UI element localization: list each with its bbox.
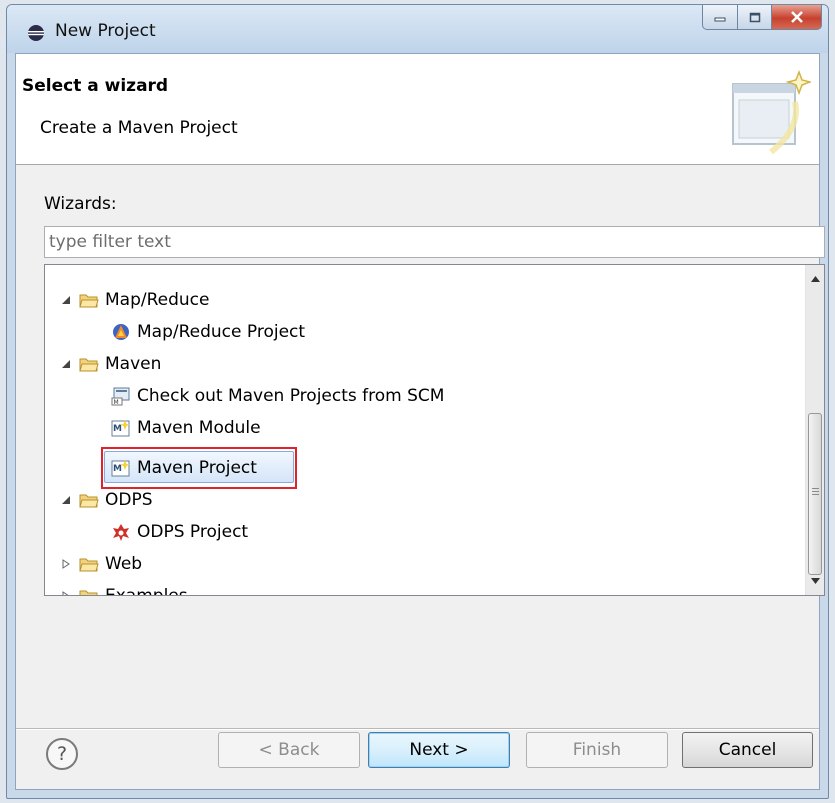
next-button[interactable]: Next > [368,732,510,768]
tree-item-examples[interactable]: Examples [59,581,188,596]
tree-item-web[interactable]: Web [59,549,142,579]
grip-icon [812,488,819,497]
wizard-banner: Select a wizard Create a Maven Project [16,54,819,165]
filter-input[interactable] [44,226,825,258]
tree-item-mapreduce[interactable]: Map/Reduce [59,285,209,315]
tree-item-label: Map/Reduce Project [137,322,306,342]
cancel-button[interactable]: Cancel [682,732,813,768]
scroll-up-button[interactable] [806,269,824,289]
footer-separator [16,728,819,730]
maximize-button[interactable] [738,5,772,30]
minimize-button[interactable] [702,5,738,30]
title-bar[interactable]: New Project [7,5,828,53]
tree-item-odps[interactable]: ODPS [59,485,153,515]
tree-vertical-scrollbar[interactable] [805,265,824,595]
svg-text:M: M [113,464,122,474]
expanded-triangle-icon[interactable] [59,357,73,371]
tree-item-label: Examples [105,586,188,596]
tree-item-label: Check out Maven Projects from SCM [137,386,445,406]
banner-title: Select a wizard [22,76,169,96]
tree-item-label: Web [105,554,143,574]
help-button[interactable]: ? [46,738,78,770]
tree-item-checkout-maven-scm[interactable]: M Check out Maven Projects from SCM [111,381,444,411]
tree-item-odps-project[interactable]: ODPS Project [111,517,248,547]
folder-icon [79,554,99,574]
new-project-window: New Project Select a wizard Create a Mav… [6,4,829,799]
odps-project-icon [111,522,131,542]
tree-item-label: Maven Project [137,458,257,478]
finish-button[interactable]: Finish [526,732,668,768]
folder-icon [79,586,99,595]
close-icon [790,11,803,23]
expanded-triangle-icon[interactable] [59,293,73,307]
scroll-down-button[interactable] [806,571,824,591]
scroll-thumb[interactable] [808,413,822,575]
collapsed-triangle-icon[interactable] [59,589,73,595]
help-icon: ? [56,743,68,765]
folder-icon [79,490,99,510]
wizard-tree[interactable]: Map/Reduce Map/Reduce Project Maven M Ch… [44,264,825,596]
maximize-icon [749,12,760,22]
maven-project-icon: M [111,458,131,478]
tree-item-label: Maven [105,354,162,374]
arrow-up-icon [810,276,820,282]
tree-item-maven[interactable]: Maven [59,349,161,379]
svg-text:M: M [113,424,122,434]
maven-module-icon: M [111,418,131,438]
folder-icon [79,290,99,310]
svg-text:M: M [114,399,119,406]
window-title: New Project [55,21,156,41]
close-button[interactable] [772,5,822,30]
back-button[interactable]: < Back [218,732,360,768]
maven-scm-icon: M [111,386,131,406]
folder-icon [79,354,99,374]
eclipse-app-icon [28,25,44,41]
caption-buttons [702,5,822,31]
new-window-graphic-icon [732,69,811,154]
expanded-triangle-icon[interactable] [59,493,73,507]
collapsed-triangle-icon[interactable] [59,557,73,571]
tree-item-maven-module[interactable]: M Maven Module [111,413,261,443]
wizards-label: Wizards: [44,194,117,214]
tree-item-mapreduce-project[interactable]: Map/Reduce Project [111,317,305,347]
banner-description: Create a Maven Project [40,118,238,138]
arrow-down-icon [810,578,820,584]
tree-item-maven-project[interactable]: M Maven Project [111,453,257,483]
tree-item-label: ODPS [105,490,153,510]
tree-item-label: Map/Reduce [105,290,210,310]
tree-item-label: ODPS Project [137,522,249,542]
minimize-icon [714,17,726,22]
tree-item-label: Maven Module [137,418,261,438]
dialog-client-area: Select a wizard Create a Maven Project W… [15,53,825,790]
mapreduce-project-icon [111,322,131,342]
